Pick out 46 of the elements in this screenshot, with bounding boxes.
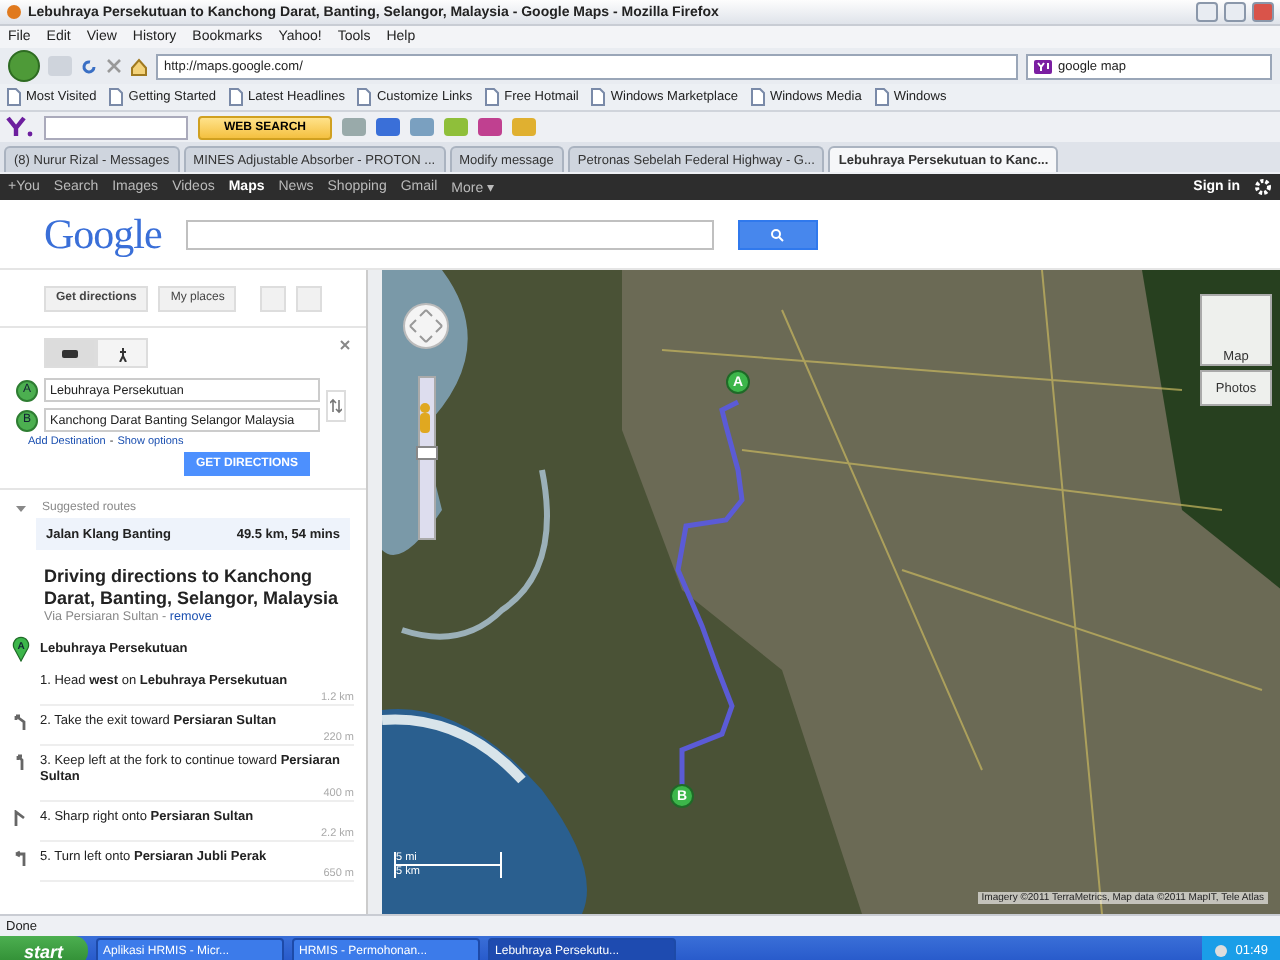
- bookmark-page-icon: [356, 88, 373, 106]
- car-mode-button[interactable]: [44, 338, 96, 368]
- yahoo-logo-icon[interactable]: [6, 116, 34, 138]
- stop-icon[interactable]: [106, 58, 122, 74]
- tray-icon[interactable]: [1213, 944, 1228, 958]
- turn-arrow-icon: [12, 850, 28, 866]
- toolbar-icon[interactable]: [512, 118, 537, 136]
- bookmark-page-icon: [873, 88, 890, 106]
- bookmark-page-icon: [108, 88, 125, 106]
- bookmark-page-icon: [6, 88, 22, 106]
- walk-mode-button[interactable]: [96, 338, 148, 368]
- toolbar-icon[interactable]: [410, 118, 435, 136]
- toolbar-icon[interactable]: [342, 118, 367, 136]
- start-button[interactable]: start: [0, 936, 88, 960]
- bookmark-page-icon: [749, 88, 766, 106]
- minimize-button[interactable]: [1196, 2, 1218, 22]
- close-button[interactable]: [1252, 2, 1274, 22]
- yahoo-logo-icon[interactable]: [1034, 59, 1052, 73]
- reload-icon[interactable]: [80, 57, 98, 75]
- swap-button[interactable]: [326, 389, 346, 421]
- maximize-button[interactable]: [1224, 2, 1246, 22]
- search-button[interactable]: [737, 219, 818, 249]
- directions-heading: Driving directions to Kanchong Darat, Banting, Selangor, Malaysia: [42, 564, 341, 610]
- car-icon: [62, 347, 78, 359]
- turn-arrow-icon: [12, 754, 28, 770]
- toolbar-icon[interactable]: [444, 118, 469, 136]
- walking-person-icon: [117, 345, 127, 361]
- swap-arrows-icon: [330, 397, 342, 413]
- back-button[interactable]: [8, 50, 40, 82]
- pegman-icon[interactable]: [416, 402, 434, 434]
- home-icon[interactable]: [130, 57, 148, 75]
- zoom-slider-thumb[interactable]: [416, 445, 438, 460]
- bookmark-page-icon: [484, 88, 501, 106]
- bookmark-page-icon: [590, 88, 607, 106]
- collapse-arrow-icon[interactable]: [16, 504, 26, 514]
- settings-icon[interactable]: [1254, 178, 1272, 196]
- toolbar-icon[interactable]: [478, 118, 503, 136]
- search-field[interactable]: [185, 219, 714, 249]
- google-logo[interactable]: Google: [44, 209, 162, 259]
- yahoo-search-field[interactable]: [44, 115, 188, 139]
- bookmark-page-icon: [228, 88, 245, 106]
- pan-control-icon[interactable]: [402, 302, 450, 350]
- search-icon: [770, 227, 785, 241]
- close-icon[interactable]: [340, 340, 350, 350]
- zoom-slider-track[interactable]: [418, 376, 436, 540]
- turn-arrow-icon: [12, 714, 28, 730]
